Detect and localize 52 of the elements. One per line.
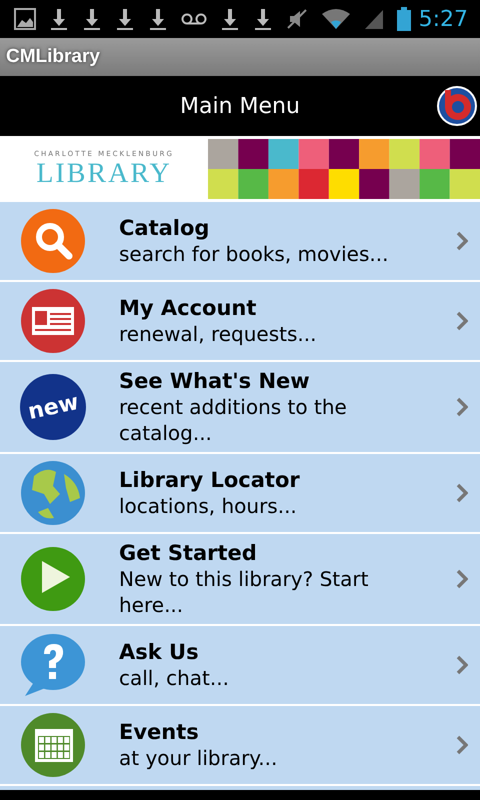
clock-time: 5:27 bbox=[418, 6, 468, 32]
voicemail-icon bbox=[181, 12, 207, 26]
download-icon bbox=[253, 7, 273, 31]
signal-icon bbox=[364, 8, 384, 30]
menu-item-subtitle: search for books, movies... bbox=[119, 241, 390, 267]
mute-icon bbox=[286, 8, 308, 30]
chevron-icon bbox=[456, 397, 468, 417]
menu-item-subtitle: locations, hours... bbox=[119, 493, 298, 519]
menu-item[interactable]: My Account renewal, requests... bbox=[0, 282, 480, 362]
globe-icon bbox=[20, 460, 86, 526]
menu-item-title: My Account bbox=[119, 295, 258, 321]
wifi-icon bbox=[321, 8, 351, 30]
menu-item[interactable]: new See What's New recent additions to the catalog... bbox=[0, 362, 480, 454]
menu-item-title: Get Started bbox=[119, 540, 258, 566]
download-icon bbox=[220, 7, 240, 31]
menu-item-title: Catalog bbox=[119, 215, 210, 241]
download-icon bbox=[82, 7, 102, 31]
battery-icon bbox=[397, 7, 411, 31]
app-title: CMLibrary bbox=[6, 46, 100, 68]
menu-item-title: See What's New bbox=[119, 368, 311, 394]
menu-item[interactable]: Library Locator locations, hours... bbox=[0, 454, 480, 534]
menu-item-title: Ask Us bbox=[119, 639, 200, 665]
header-title: Main Menu bbox=[180, 94, 300, 118]
help-icon bbox=[20, 632, 86, 698]
chevron-icon bbox=[456, 311, 468, 331]
new-badge-icon: new bbox=[20, 374, 86, 440]
logo-icon[interactable] bbox=[436, 85, 478, 127]
menu-item[interactable]: Ask Us call, chat... bbox=[0, 626, 480, 706]
download-icon bbox=[148, 7, 168, 31]
download-icon bbox=[49, 7, 69, 31]
logo-name: LIBRARY bbox=[36, 158, 172, 190]
id-card-icon bbox=[20, 288, 86, 354]
menu-item-subtitle: renewal, requests... bbox=[119, 321, 318, 347]
menu-item-subtitle: recent additions to the catalog... bbox=[119, 394, 348, 446]
menu-item[interactable]: Get Started New to this library? Start here... bbox=[0, 534, 480, 626]
menu-item-subtitle: New to this library? Start here... bbox=[119, 566, 370, 618]
image-icon bbox=[14, 8, 36, 30]
chevron-icon bbox=[456, 735, 468, 755]
menu-item[interactable]: Catalog search for books, movies... bbox=[0, 202, 480, 282]
calendar-icon bbox=[20, 712, 86, 778]
chevron-icon bbox=[456, 483, 468, 503]
download-icon bbox=[115, 7, 135, 31]
menu-item-subtitle: at your library... bbox=[119, 745, 278, 771]
menu-item-subtitle: call, chat... bbox=[119, 665, 230, 691]
chevron-icon bbox=[456, 569, 468, 589]
search-icon bbox=[20, 208, 86, 274]
chevron-icon bbox=[456, 231, 468, 251]
menu-item[interactable]: Events at your library... bbox=[0, 706, 480, 786]
menu-item-title: Library Locator bbox=[119, 467, 301, 493]
chevron-icon bbox=[456, 655, 468, 675]
play-icon bbox=[20, 546, 86, 612]
menu-item-title: Events bbox=[119, 719, 200, 745]
